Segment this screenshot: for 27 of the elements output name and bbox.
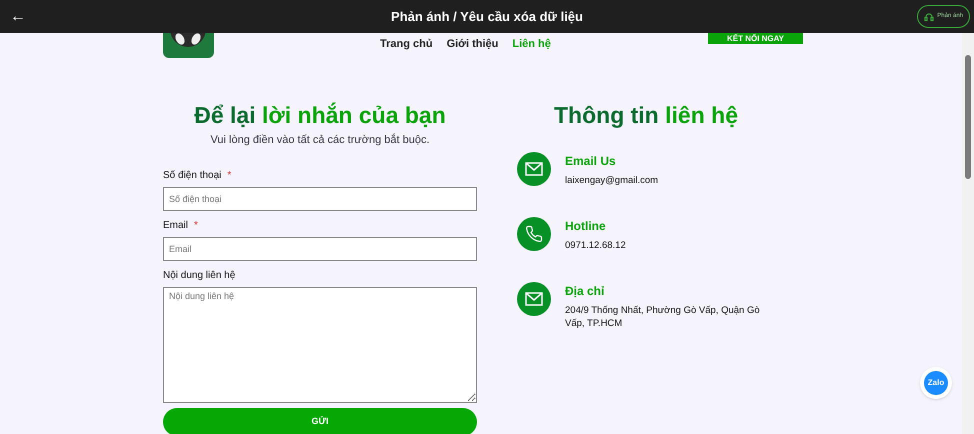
input-field[interactable]: Số điện thoại — [163, 186, 477, 210]
field-label: Nội dung liên hệ — [163, 269, 236, 283]
field-label: Email — [163, 219, 188, 233]
input-field[interactable]: Email — [163, 236, 477, 260]
phone-icon — [525, 225, 543, 243]
scrollbar-thumb[interactable] — [965, 55, 971, 179]
mail-icon — [525, 162, 543, 176]
contact-title: Hotline — [565, 218, 607, 235]
form-heading: Để lại lời nhắn của bạn — [193, 101, 447, 130]
field-label: Số điện thoại — [163, 169, 222, 183]
nav-link[interactable]: Giới thiệu — [446, 36, 498, 52]
contact-text: laixengay@gmail.com — [565, 174, 660, 187]
message-field[interactable]: Nội dung liên hệ — [163, 286, 477, 402]
headset-icon — [924, 12, 934, 22]
nav-link[interactable]: Trang chủ — [380, 36, 433, 52]
page-title: Phản ánh / Yêu cầu xóa dữ liệu — [391, 8, 583, 26]
required-mark: * — [227, 169, 232, 183]
contact-heading: Thông tin liên hệ — [553, 101, 739, 130]
mail-icon — [525, 292, 543, 306]
contact-title: Email Us — [565, 153, 617, 170]
back-button[interactable]: ← — [10, 8, 24, 24]
contact-title: Địa chỉ — [565, 283, 606, 300]
form-subtitle: Vui lòng điền vào tất cả các trường bắt buộc. — [209, 132, 431, 148]
contact-text: 204/9 Thống Nhất, Phường Gò Vấp, Quận Gò Vấp, TP.HCM — [565, 304, 761, 330]
scrollbar[interactable] — [962, 33, 974, 434]
required-mark: * — [194, 219, 198, 233]
contact-text: 0971.12.68.12 — [565, 239, 627, 252]
